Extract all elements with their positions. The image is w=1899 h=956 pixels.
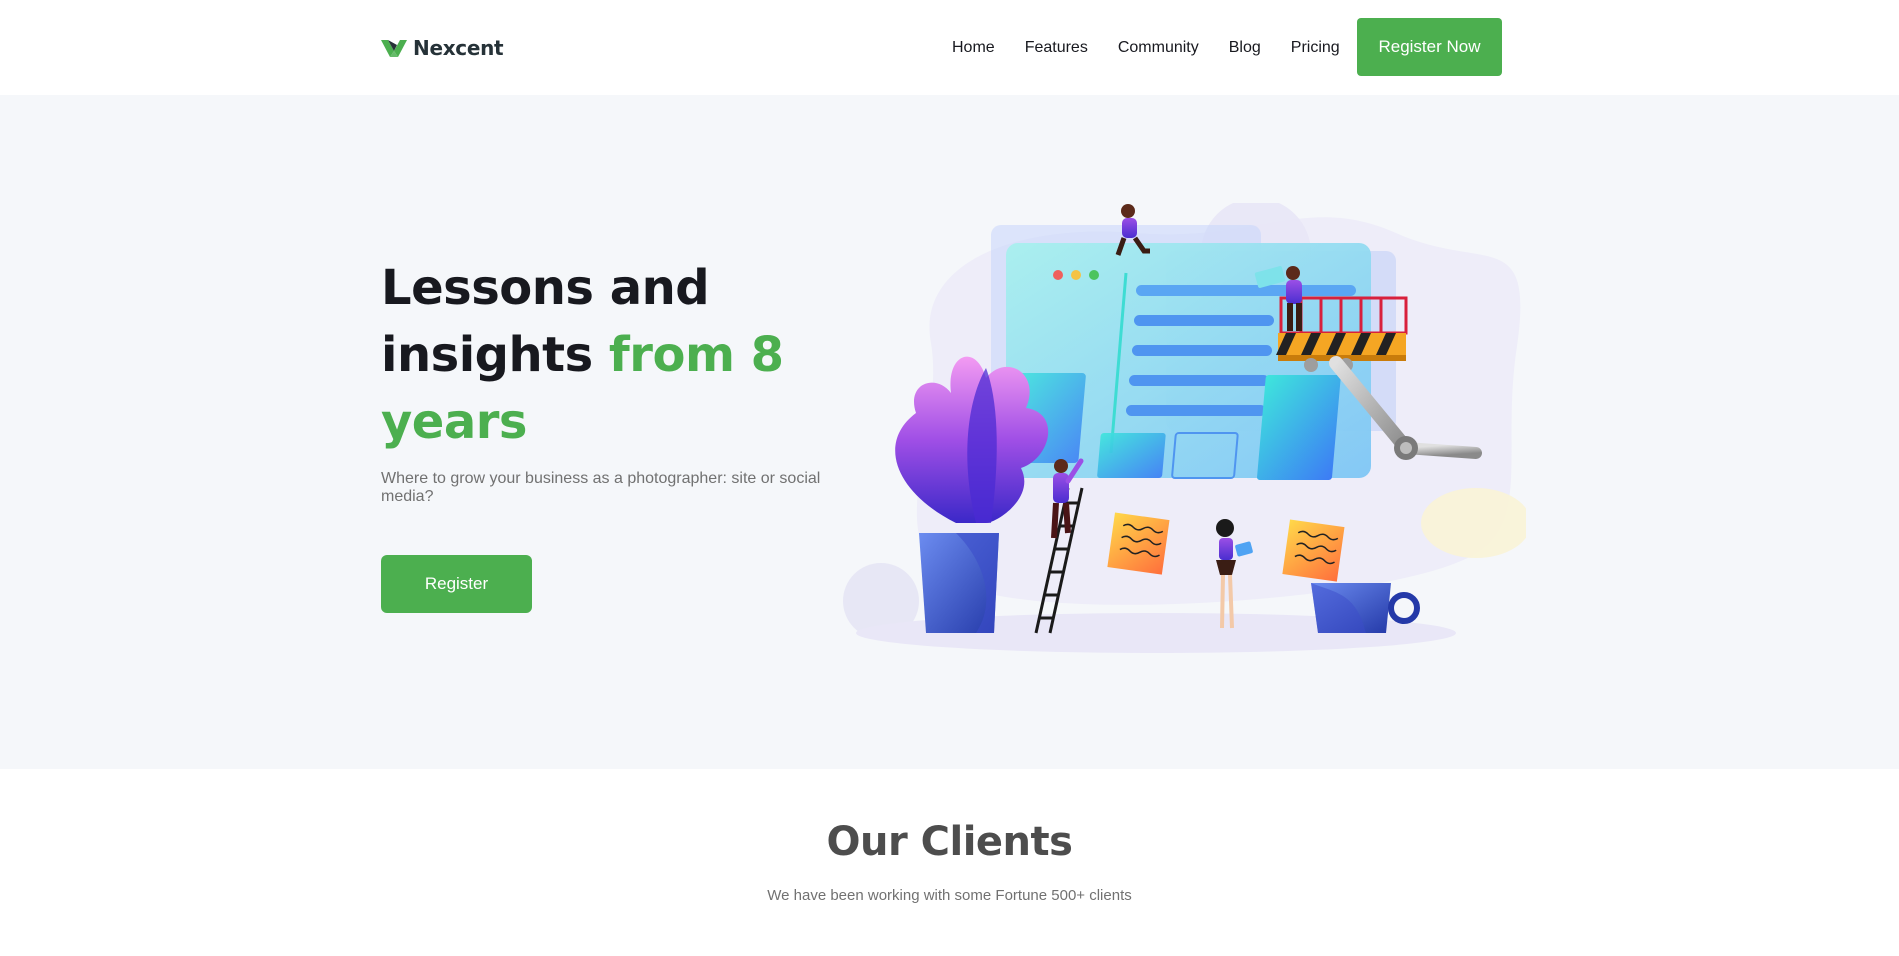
nav-features[interactable]: Features [1025, 39, 1088, 57]
clients-subtitle: We have been working with some Fortune 5… [767, 887, 1132, 904]
nav-blog[interactable]: Blog [1229, 39, 1261, 57]
brand-name: Nexcent [413, 36, 504, 60]
brand-logo[interactable]: Nexcent [381, 36, 504, 60]
hero-section: Lessons and insights from 8 years Where … [0, 95, 1899, 769]
hero-title: Lessons and insights from 8 years [381, 255, 821, 456]
nexcent-logo-icon [381, 40, 407, 57]
register-now-button[interactable]: Register Now [1357, 18, 1502, 76]
site-header: Nexcent Home Features Community Blog Pri… [0, 0, 1899, 95]
nav-home[interactable]: Home [952, 39, 995, 57]
web-team-illustration [843, 203, 1526, 653]
clients-section: Our Clients We have been working with so… [0, 769, 1899, 956]
main-nav: Home Features Community Blog Pricing [952, 0, 1355, 95]
register-button[interactable]: Register [381, 555, 532, 613]
nav-community[interactable]: Community [1118, 39, 1199, 57]
nav-pricing[interactable]: Pricing [1291, 39, 1340, 57]
hero-subtitle: Where to grow your business as a photogr… [381, 470, 821, 505]
clients-title: Our Clients [826, 819, 1073, 865]
